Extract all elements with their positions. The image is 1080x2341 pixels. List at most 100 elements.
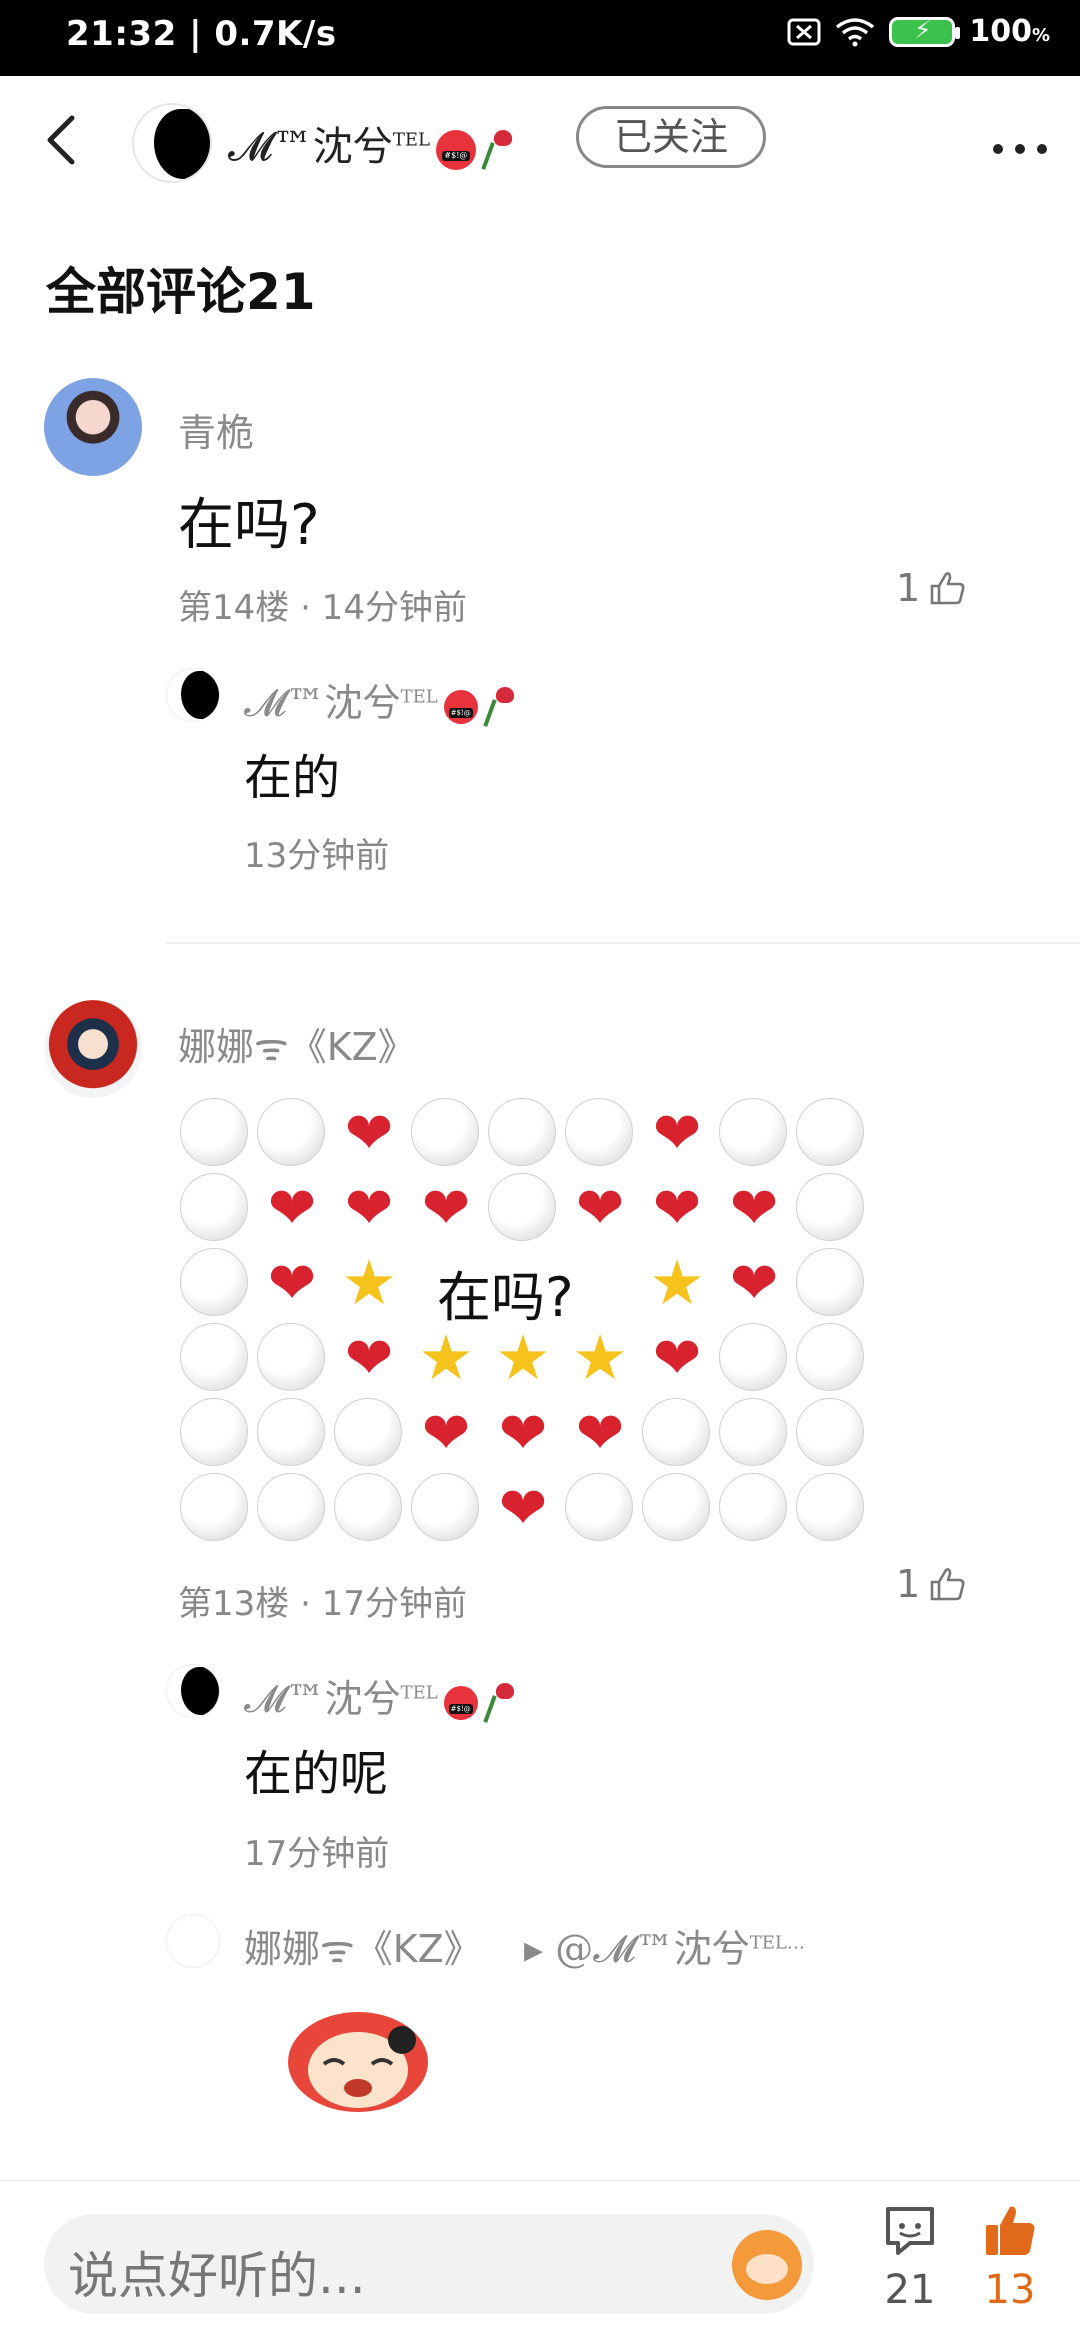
- comment-username[interactable]: 娜娜ᯤ《KZ》: [178, 1016, 416, 1072]
- hearts-icon: ❤: [652, 1174, 702, 1242]
- comment-bubble-icon: [886, 2207, 934, 2255]
- white-circle-icon: [642, 1398, 710, 1466]
- white-circle-icon: [796, 1248, 864, 1316]
- back-button[interactable]: [40, 112, 84, 172]
- white-circle-icon: [796, 1323, 864, 1391]
- like-count: 1: [896, 1562, 921, 1606]
- reply-avatar[interactable]: [166, 1914, 220, 1968]
- sticker-image: [288, 2012, 428, 2112]
- hearts-icon: ❤: [344, 1324, 394, 1392]
- white-circle-icon: [488, 1173, 556, 1241]
- white-circle-icon: [565, 1473, 633, 1541]
- hearts-icon: ❤: [652, 1099, 702, 1167]
- status-bar: 21:32 | 0.7K/s ⚡ 100%: [0, 0, 1080, 76]
- hearts-icon: ❤: [575, 1174, 625, 1242]
- white-circle-icon: [334, 1398, 402, 1466]
- white-circle-icon: [180, 1473, 248, 1541]
- avatar[interactable]: [44, 378, 142, 476]
- white-circle-icon: [180, 1248, 248, 1316]
- mention-suffix: TEL…: [749, 1932, 805, 1954]
- star-icon: ★: [495, 1321, 551, 1394]
- white-circle-icon: [488, 1098, 556, 1166]
- white-circle-icon: [334, 1473, 402, 1541]
- hearts-icon: ❤: [652, 1324, 702, 1392]
- hearts-icon: ❤: [498, 1399, 548, 1467]
- follow-button[interactable]: 已关注: [576, 106, 766, 168]
- white-circle-icon: [257, 1473, 325, 1541]
- thumbs-up-filled-icon: [986, 2206, 1035, 2255]
- reply-username[interactable]: 𝓜™沈兮TEL: [244, 672, 514, 727]
- reply-text: 在的: [244, 750, 341, 806]
- wilted-rose-icon: [482, 130, 512, 170]
- emoji-face-icon[interactable]: [732, 2230, 802, 2300]
- reply-username[interactable]: 𝓜™沈兮TEL: [244, 1668, 514, 1723]
- white-circle-icon: [180, 1173, 248, 1241]
- hearts-icon: ❤: [344, 1099, 394, 1167]
- white-circle-icon: [642, 1473, 710, 1541]
- post-like-button[interactable]: 13: [980, 2201, 1040, 2313]
- white-circle-icon: [257, 1398, 325, 1466]
- post-like-count: 13: [984, 2267, 1036, 2313]
- thumbs-up-icon: [930, 572, 965, 605]
- white-circle-icon: [719, 1323, 787, 1391]
- hearts-icon: ❤: [267, 1174, 317, 1242]
- reply-time: 13分钟前: [244, 836, 390, 876]
- comment-text: 在吗?: [178, 493, 320, 558]
- white-circle-icon: [796, 1098, 864, 1166]
- white-circle-icon: [796, 1473, 864, 1541]
- chevron-left-icon: [47, 115, 75, 165]
- hearts-icon: ❤: [498, 1474, 548, 1542]
- author-avatar[interactable]: [132, 103, 212, 183]
- sim-x-icon: [787, 18, 821, 45]
- comments-count: 21: [884, 2267, 936, 2313]
- white-circle-icon: [719, 1398, 787, 1466]
- angry-face-icon: [443, 689, 478, 724]
- white-circle-icon: [411, 1098, 479, 1166]
- comment-meta: 第14楼 · 14分钟前: [178, 588, 467, 628]
- white-circle-icon: [796, 1173, 864, 1241]
- reply-time: 17分钟前: [244, 1834, 390, 1874]
- reply-username[interactable]: 娜娜ᯤ《KZ》: [244, 1918, 482, 1974]
- like-button[interactable]: 1: [896, 566, 966, 610]
- wifi-icon: [836, 17, 875, 46]
- reply-avatar[interactable]: [166, 1664, 220, 1718]
- comment-username[interactable]: 青桅: [178, 402, 254, 457]
- reply-avatar[interactable]: [166, 668, 220, 722]
- white-circle-icon: [180, 1398, 248, 1466]
- battery-percent: 100%: [969, 14, 1050, 49]
- hearts-icon: ❤: [344, 1174, 394, 1242]
- hearts-icon: ❤: [729, 1174, 779, 1242]
- comment-bar: 说点好听的... 21 13: [0, 2180, 1080, 2341]
- hearts-icon: ❤: [575, 1399, 625, 1467]
- white-circle-icon: [257, 1098, 325, 1166]
- author-name[interactable]: 𝓜™沈兮TEL: [228, 114, 512, 172]
- hearts-icon: ❤: [421, 1174, 471, 1242]
- hearts-icon: ❤: [729, 1249, 779, 1317]
- like-button[interactable]: 1: [896, 1562, 966, 1606]
- wilted-rose-icon: [484, 686, 514, 727]
- comment-input[interactable]: 说点好听的...: [44, 2214, 814, 2314]
- reply-username-suffix: TEL: [400, 686, 438, 708]
- author-name-suffix: TEL: [392, 129, 430, 151]
- more-dots-icon: [993, 144, 1047, 154]
- more-button[interactable]: [990, 116, 1050, 170]
- star-icon: ★: [572, 1321, 628, 1394]
- white-circle-icon: [565, 1098, 633, 1166]
- comments-button[interactable]: 21: [880, 2201, 940, 2313]
- like-count: 1: [896, 566, 921, 610]
- hearts-icon: ❤: [421, 1399, 471, 1467]
- hearts-icon: ❤: [267, 1249, 317, 1317]
- reply-username-text: 𝓜™沈兮: [244, 1677, 401, 1721]
- avatar[interactable]: [44, 1000, 142, 1098]
- comments-section-title: 全部评论21: [46, 263, 316, 321]
- battery-icon: ⚡: [889, 16, 961, 47]
- reply-mention[interactable]: ▸ @𝓜™沈兮TEL…: [524, 1918, 805, 1973]
- white-circle-icon: [180, 1323, 248, 1391]
- post-header: 𝓜™沈兮TEL 已关注: [0, 76, 1080, 212]
- mention-text: ▸ @𝓜™沈兮: [524, 1927, 750, 1971]
- emoji-art: ❤ ❤ ❤ ❤ ❤ ❤ ❤ ❤ ❤ ★ ★ ❤ ❤ ★ ★ ★ ❤ ❤ ❤ ❤ …: [180, 1098, 880, 1548]
- white-circle-icon: [796, 1398, 864, 1466]
- white-circle-icon: [180, 1098, 248, 1166]
- angry-face-icon: [435, 130, 476, 170]
- status-icons: ⚡ 100%: [787, 14, 1050, 49]
